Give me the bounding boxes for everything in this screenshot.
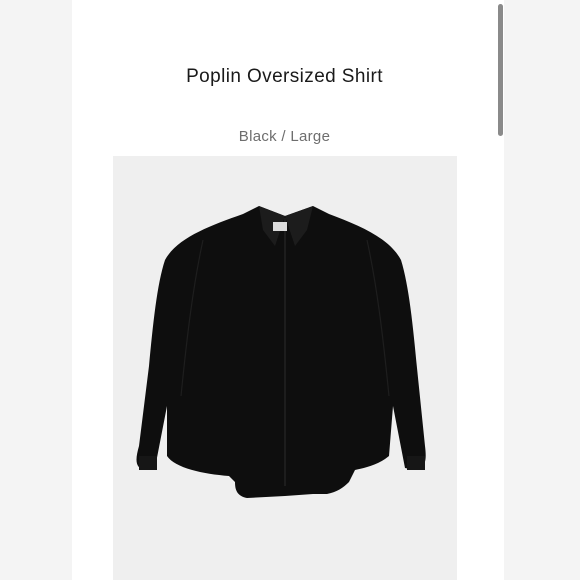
product-card: Poplin Oversized Shirt Black / Large bbox=[0, 0, 580, 580]
scrollbar-thumb[interactable] bbox=[498, 4, 503, 136]
right-gutter bbox=[504, 0, 580, 580]
product-image[interactable] bbox=[113, 156, 457, 580]
left-gutter bbox=[0, 0, 72, 580]
shirt-illustration bbox=[113, 156, 457, 580]
product-title: Poplin Oversized Shirt bbox=[186, 66, 383, 87]
product-variant: Black / Large bbox=[238, 128, 331, 145]
shirt-body bbox=[136, 206, 426, 498]
